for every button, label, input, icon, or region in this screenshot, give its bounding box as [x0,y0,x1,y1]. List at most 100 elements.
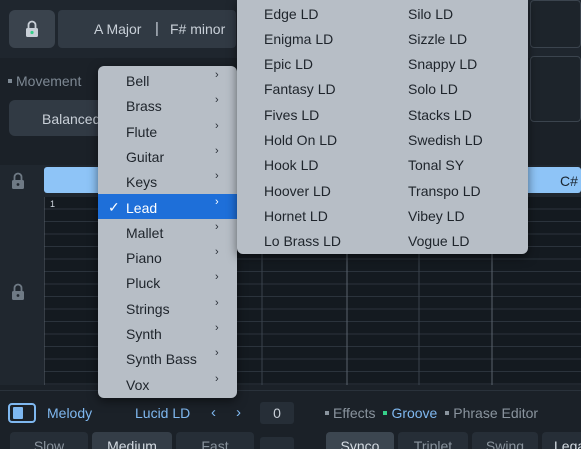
menu-item-label: Synth Bass [126,351,197,368]
menu-item-label: Piano [126,250,162,267]
preset-item[interactable]: Epic LD [264,56,313,72]
key-lock-button[interactable] [9,10,55,48]
menu-item-brass[interactable]: Brass › [98,92,237,117]
groove-legato-button[interactable]: Legato [542,432,581,449]
submenu-arrow-icon: › [215,195,219,208]
preset-item[interactable]: Sizzle LD [408,31,467,47]
menu-item-keys[interactable]: Keys › [98,168,237,193]
menu-item-label: Bell [126,73,150,89]
checkmark-icon: ✓ [108,198,120,215]
submenu-arrow-icon: › [215,246,219,259]
menu-item-label: Guitar [126,148,165,165]
chord-label[interactable]: C# [560,173,578,189]
preset-item[interactable]: Tonal SY [408,157,464,173]
preset-item[interactable]: Hold On LD [264,132,337,148]
preset-item[interactable]: Edge LD [264,6,318,22]
preset-item[interactable]: Vibey LD [408,208,465,224]
preset-item[interactable]: Fives LD [264,107,319,123]
preset-item[interactable]: Fantasy LD [264,81,336,97]
lock-icon [26,20,38,37]
preset-item[interactable]: Swedish LD [408,132,483,148]
menu-item-label: Synth [126,326,162,342]
preset-item[interactable]: Silo LD [408,6,453,22]
tab-groove[interactable]: Groove [383,405,437,421]
groove-triplet-button[interactable]: Triplet [398,432,468,449]
preset-item[interactable]: Lo Brass LD [264,233,341,249]
speed-slow-button[interactable]: Slow [10,432,88,449]
menu-item-label: Keys [126,174,158,191]
groove-synco-button[interactable]: Synco [326,432,394,449]
section-marker-icon [8,79,12,84]
speed-medium-button[interactable]: Medium [92,432,172,449]
submenu-arrow-icon: › [215,271,219,284]
movement-balanced-button[interactable]: Balanced [9,100,109,136]
tab-marker-icon [383,411,388,416]
track-label: Melody [47,405,93,421]
menu-item-bell[interactable]: Bell › [98,67,237,92]
menu-item-vox[interactable]: Vox › [98,371,237,396]
preset-item[interactable]: Transpo LD [408,183,481,199]
menu-item-synth[interactable]: Synth › [98,320,237,345]
menu-item-lead[interactable]: ✓ Lead › [98,193,237,219]
menu-item-label: Brass [126,98,162,115]
submenu-arrow-icon: › [215,94,219,107]
key-minor-label[interactable]: F# minor [170,21,225,37]
preset-item[interactable]: Hoover LD [264,183,331,199]
tab-effects[interactable]: Effects [325,405,376,421]
speed-fast-button[interactable]: Fast [176,432,254,449]
groove-swing-button[interactable]: Swing [472,432,538,449]
preset-item[interactable]: Hornet LD [264,208,328,224]
lead-preset-submenu: Edge LD Enigma LD Epic LD Fantasy LD Fiv… [237,0,528,254]
submenu-arrow-icon: › [215,296,219,309]
side-panel [530,56,581,122]
menu-item-label: Flute [126,123,158,140]
submenu-arrow-icon: › [215,220,219,233]
tab-marker-icon [325,411,329,416]
preset-item[interactable]: Vogue LD [408,233,470,249]
lock-icon [12,172,24,189]
counter-field[interactable]: 0 [260,402,294,424]
tab-groove-label: Groove [391,405,438,421]
menu-item-guitar[interactable]: Guitar › [98,143,237,168]
lock-icon [12,283,24,300]
key-major-label[interactable]: A Major [94,21,141,37]
preset-item[interactable]: Stacks LD [408,107,472,123]
tab-phrase-editor-label: Phrase Editor [453,405,539,421]
top-right-panel [530,0,581,48]
submenu-arrow-icon: › [215,322,219,334]
preset-item[interactable]: Solo LD [408,81,458,97]
menu-item-piano[interactable]: Piano › [98,244,237,269]
preset-selector[interactable]: Lucid LD [135,405,190,421]
menu-item-flute[interactable]: Flute › [98,118,237,143]
movement-label-text: Movement [16,73,82,89]
prev-preset-button[interactable]: ‹ [211,404,216,421]
submenu-arrow-icon: › [215,170,219,183]
submenu-arrow-icon: › [215,69,219,81]
tab-marker-icon [445,411,450,416]
chord-track-lock[interactable] [0,165,40,195]
extra-button[interactable] [260,437,294,449]
toggle-indicator [13,407,23,419]
bar-number: 1 [50,199,56,209]
submenu-arrow-icon: › [215,144,219,157]
next-preset-button[interactable]: › [236,404,241,421]
menu-item-strings[interactable]: Strings › [98,295,237,320]
menu-item-label: Vox [126,376,150,393]
menu-item-label: Pluck [126,275,161,292]
menu-item-synth-bass[interactable]: Synth Bass › [98,345,237,370]
menu-item-label: Mallet [126,224,164,241]
menu-item-label: Lead [126,199,158,216]
tab-phrase-editor[interactable]: Phrase Editor [445,405,538,421]
menu-item-pluck[interactable]: Pluck › [98,269,237,294]
preset-item[interactable]: Snappy LD [408,56,477,72]
panel-tabs: Effects Groove Phrase Editor [325,405,538,421]
preset-item[interactable]: Enigma LD [264,31,333,47]
menu-item-label: Strings [126,300,170,317]
menu-item-mallet[interactable]: Mallet › [98,219,237,244]
preset-item[interactable]: Hook LD [264,157,318,173]
melody-track-lock[interactable] [0,280,40,304]
submenu-arrow-icon: › [215,372,219,385]
submenu-arrow-icon: › [215,347,219,360]
submenu-arrow-icon: › [215,119,219,132]
instrument-category-menu: Bell › Brass › Flute › Guitar › Keys › ✓ Lead ›… [98,66,237,398]
